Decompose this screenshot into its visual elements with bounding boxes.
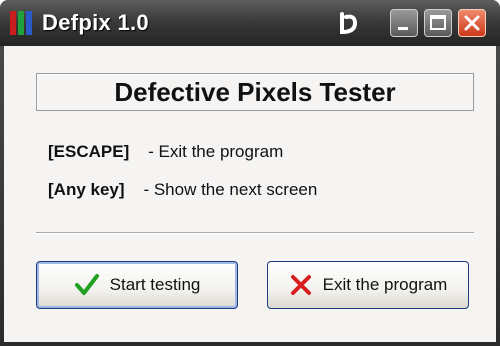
maximize-button[interactable] — [424, 9, 452, 37]
app-icon — [10, 11, 32, 35]
header-panel: Defective Pixels Tester — [36, 73, 474, 111]
shortcut-key: [ESCAPE] — [48, 142, 130, 161]
shortcut-row-escape: [ESCAPE] - Exit the program — [48, 142, 283, 162]
exit-program-button[interactable]: Exit the program — [267, 261, 469, 309]
shortcut-description: - Exit the program — [148, 142, 284, 161]
window-title: Defpix 1.0 — [42, 10, 149, 35]
close-button[interactable] — [458, 9, 486, 37]
title-bar[interactable]: Defpix 1.0 — [0, 0, 500, 46]
divider — [36, 232, 474, 234]
minimize-button[interactable] — [390, 9, 418, 37]
shortcut-description: - Show the next screen — [143, 180, 318, 199]
app-logo-icon — [340, 12, 358, 35]
close-icon — [464, 15, 480, 31]
check-icon — [74, 274, 99, 295]
maximize-icon — [430, 15, 446, 30]
app-window: Defpix 1.0 Defective Pixels Tester [ESCA… — [0, 0, 500, 346]
minimize-icon — [398, 27, 408, 30]
exit-program-label: Exit the program — [322, 275, 448, 294]
dialog-body: Defective Pixels Tester [ESCAPE] - Exit … — [4, 46, 496, 342]
x-icon — [290, 275, 311, 295]
shortcut-row-anykey: [Any key] - Show the next screen — [48, 180, 317, 200]
start-testing-label: Start testing — [109, 275, 201, 294]
shortcut-key: [Any key] — [48, 180, 125, 199]
page-title: Defective Pixels Tester — [114, 77, 396, 107]
start-testing-button[interactable]: Start testing — [36, 261, 238, 309]
